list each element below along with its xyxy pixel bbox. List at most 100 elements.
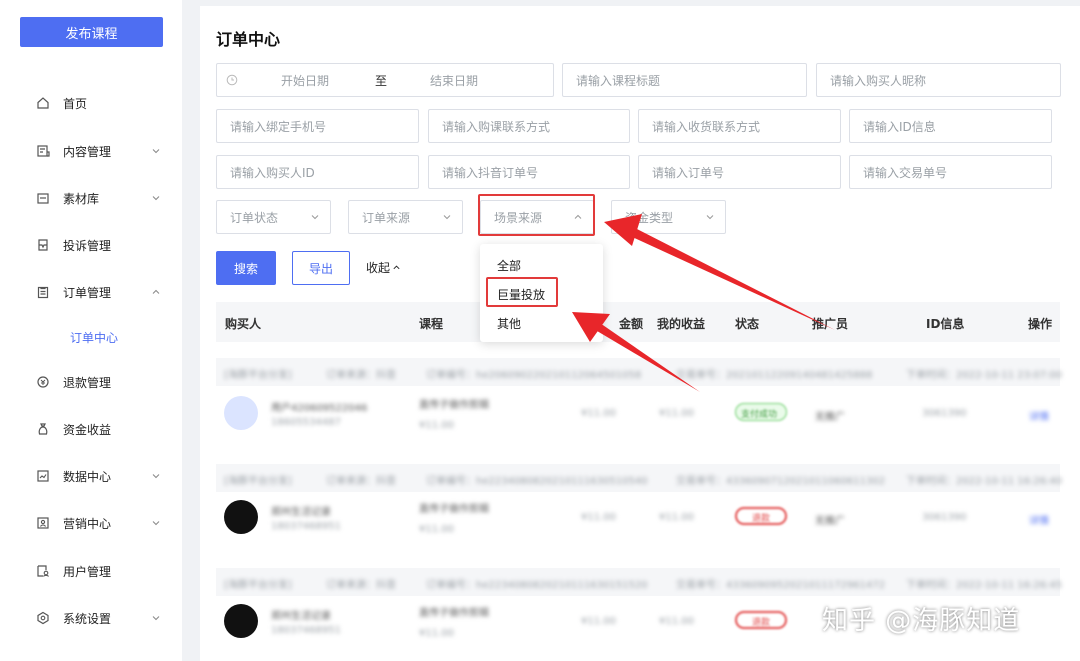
- col-income: 我的收益: [657, 317, 706, 331]
- meta-trade-no: 交易单号：4336090712021011060611302: [676, 476, 886, 487]
- order-number-input[interactable]: 请输入订单号: [638, 155, 841, 189]
- sidebar-item-label: 素材库: [63, 191, 100, 206]
- date-end-placeholder: 结束日期: [430, 73, 479, 88]
- meta-order-no: 订单编号：he2234080820210111630151520: [426, 580, 648, 591]
- meta-order-no: 订单编号：he206090220210112064501058: [426, 370, 642, 381]
- select-value: 资金类型: [625, 210, 674, 225]
- buyer-name: 郑州生活记录: [271, 507, 331, 518]
- douyin-order-input[interactable]: 请输入抖音订单号: [428, 155, 630, 189]
- sidebar-subitem-order-center[interactable]: 订单中心: [70, 329, 118, 346]
- col-course: 课程: [419, 317, 444, 331]
- sidebar-item-marketing[interactable]: 营销中心: [0, 508, 182, 538]
- chevron-down-icon: [152, 521, 160, 526]
- sidebar-item-label: 营销中心: [63, 516, 112, 531]
- status-badge: 退款: [735, 611, 787, 629]
- id-info-input[interactable]: 请输入ID信息: [849, 109, 1052, 143]
- status-badge: 退款: [735, 507, 787, 525]
- order-meta-row: [海豚平台分发] 订单来源：抖音 订单编号：he2234080820210111…: [216, 568, 1063, 596]
- col-amount: 金额: [619, 317, 644, 331]
- date-separator: 至: [375, 73, 388, 88]
- sidebar-item-settings[interactable]: 系统设置: [0, 603, 182, 633]
- buyer-id-input[interactable]: 请输入购买人ID: [216, 155, 419, 189]
- sidebar-item-income[interactable]: 资金收益: [0, 414, 182, 444]
- order-status-select[interactable]: 订单状态: [216, 200, 331, 234]
- scene-source-highlight: [478, 194, 595, 236]
- user-icon: [37, 565, 50, 577]
- sidebar-item-users[interactable]: 用户管理: [0, 556, 182, 586]
- meta-time: 下单时间：2022-10-11 16:26:45: [906, 580, 1063, 591]
- publish-course-button[interactable]: 发布课程: [20, 17, 163, 47]
- promoter: 无推广: [815, 412, 845, 423]
- chevron-down-icon: [152, 149, 160, 154]
- chevron-down-icon: [443, 215, 451, 220]
- meta-order-no: 订单编号：he2234080820210111630510540: [426, 476, 648, 487]
- fund-type-select[interactable]: 资金类型: [611, 200, 726, 234]
- select-value: 订单来源: [362, 210, 411, 225]
- sidebar-item-data[interactable]: 数据中心: [0, 461, 182, 491]
- home-icon: [37, 97, 49, 109]
- clipboard-icon: [37, 286, 49, 299]
- col-id-info: ID信息: [926, 317, 965, 331]
- amount: ¥11.00: [581, 512, 616, 523]
- sidebar-item-orders[interactable]: 订单管理: [0, 277, 182, 307]
- marketing-icon: [37, 517, 49, 529]
- content-icon: [37, 145, 50, 157]
- dropdown-option-all[interactable]: 全部: [497, 257, 521, 274]
- detail-link[interactable]: 详情: [1029, 408, 1049, 423]
- amount: ¥11.00: [581, 616, 616, 627]
- purchase-contact-input[interactable]: 请输入购课联系方式: [428, 109, 630, 143]
- course-title-input[interactable]: 请输入课程标题: [562, 63, 807, 97]
- detail-link[interactable]: 详情: [1029, 512, 1049, 527]
- order-meta-row: [海豚平台分发] 订单来源：抖音 订单编号：he2060902202101120…: [216, 358, 1062, 386]
- watermark: 知乎 @海豚知道: [822, 606, 1021, 636]
- date-range-picker[interactable]: 开始日期 至 结束日期: [216, 63, 554, 97]
- buyer-name: 郑州生活记录: [271, 611, 331, 622]
- meta-trade-no: 交易单号：4336090952021011172961472: [676, 580, 886, 591]
- sidebar-item-label: 首页: [63, 96, 88, 111]
- meta-source: 订单来源：抖音: [326, 580, 396, 591]
- table-header: 购买人 课程 金额 我的收益 状态 推广员 ID信息 操作: [216, 302, 1060, 342]
- buyer-name: 用户420609522046: [271, 403, 368, 414]
- sidebar-item-complaints[interactable]: 投诉管理: [0, 230, 182, 260]
- sidebar-item-label: 内容管理: [63, 144, 112, 159]
- sidebar-item-home[interactable]: 首页: [0, 88, 182, 118]
- trade-number-input[interactable]: 请输入交易单号: [849, 155, 1052, 189]
- sidebar-item-label: 用户管理: [63, 564, 112, 579]
- col-ops: 操作: [1028, 317, 1053, 331]
- export-button[interactable]: 导出: [292, 251, 350, 285]
- collapse-toggle[interactable]: 收起: [366, 259, 401, 276]
- sidebar-item-label: 订单管理: [63, 285, 112, 300]
- sidebar-item-label: 数据中心: [63, 469, 112, 484]
- settings-icon: [37, 611, 49, 625]
- meta-channel: [海豚平台分发]: [224, 370, 292, 381]
- col-buyer: 购买人: [225, 317, 262, 331]
- date-start-placeholder: 开始日期: [281, 73, 330, 88]
- main-panel: 订单中心 开始日期 至 结束日期 请输入课程标题 请输入购买人昵称 请输入绑定手…: [200, 6, 1080, 661]
- course-price: ¥11.00: [419, 524, 454, 535]
- inbox-icon: [38, 239, 48, 251]
- sidebar: 发布课程 首页 内容管理 素材库 投诉管理 订单管理 订单中心 退款管理 资金收…: [0, 0, 182, 661]
- buyer-nickname-input[interactable]: 请输入购买人昵称: [816, 63, 1061, 97]
- page-title: 订单中心: [216, 30, 281, 49]
- collapse-label: 收起: [366, 261, 391, 275]
- chevron-up-icon: [393, 265, 400, 270]
- chevron-up-icon: [152, 289, 160, 294]
- search-button[interactable]: 搜索: [216, 251, 276, 285]
- income: ¥11.00: [659, 616, 694, 627]
- order-source-select[interactable]: 订单来源: [348, 200, 463, 234]
- folder-icon: [37, 193, 49, 204]
- meta-trade-no: 交易单号：20210112209140481425888: [676, 370, 873, 381]
- moneybag-icon: [38, 423, 48, 435]
- dropdown-option-other[interactable]: 其他: [497, 315, 521, 332]
- meta-channel: [海豚平台分发]: [224, 580, 292, 591]
- receive-contact-input[interactable]: 请输入收货联系方式: [638, 109, 841, 143]
- meta-time: 下单时间：2022-10-11 16:26:40: [906, 476, 1063, 487]
- sidebar-item-content[interactable]: 内容管理: [0, 136, 182, 166]
- chevron-down-icon: [152, 474, 160, 479]
- avatar: [224, 396, 258, 430]
- amount: ¥11.00: [581, 408, 616, 419]
- select-value: 订单状态: [230, 210, 279, 225]
- bound-phone-input[interactable]: 请输入绑定手机号: [216, 109, 419, 143]
- sidebar-item-refunds[interactable]: 退款管理: [0, 367, 182, 397]
- sidebar-item-materials[interactable]: 素材库: [0, 183, 182, 213]
